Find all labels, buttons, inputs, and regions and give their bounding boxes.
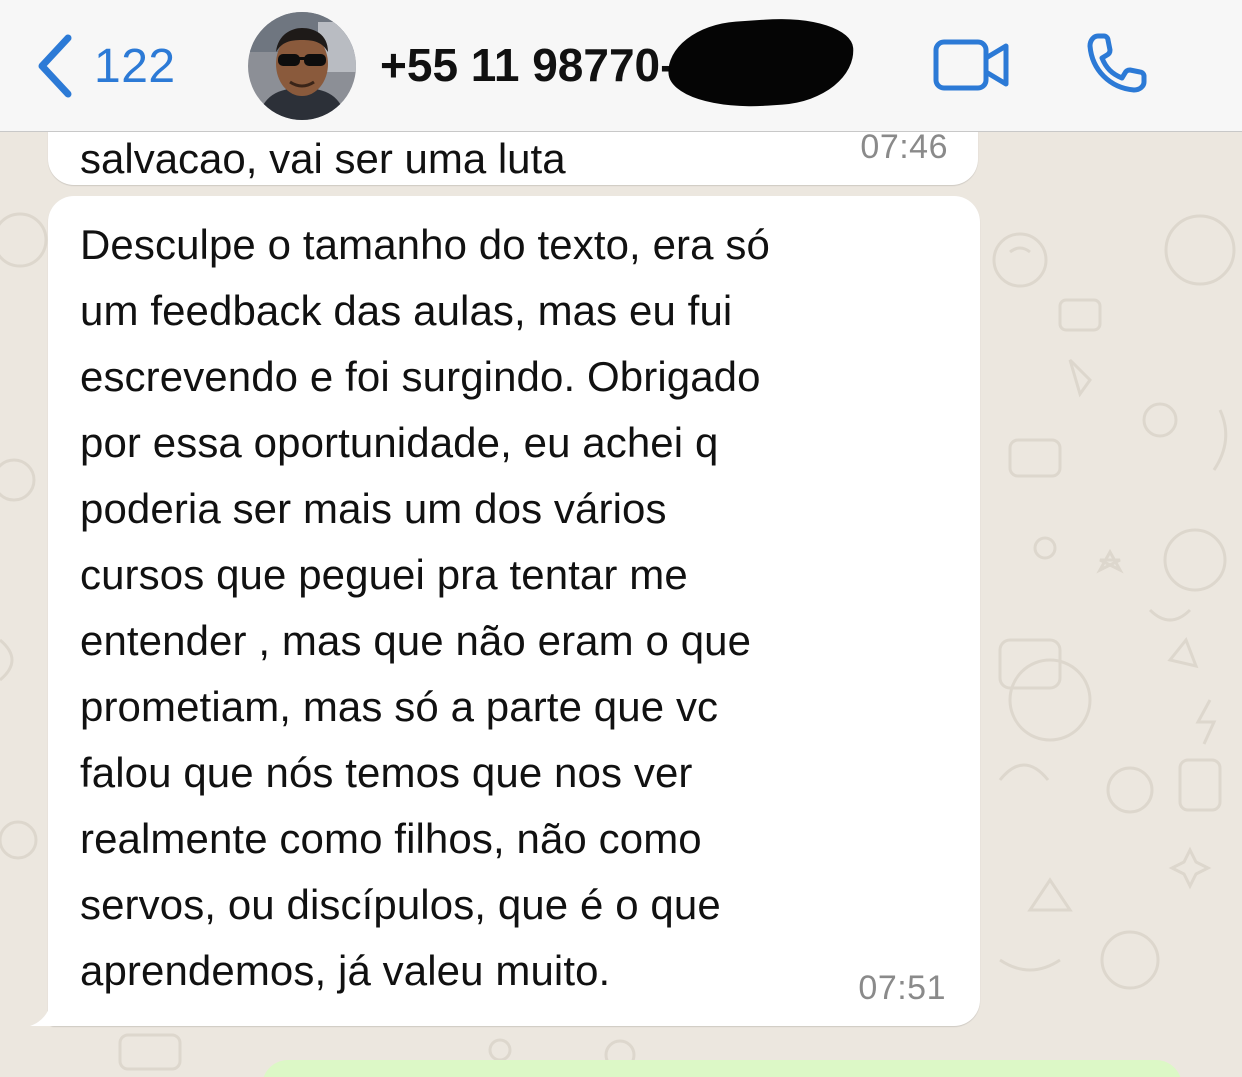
message-line: por essa oportunidade, eu achei q — [80, 419, 719, 466]
bubble-tail — [30, 998, 58, 1026]
outgoing-message-bubble[interactable] — [262, 1060, 1182, 1077]
message-text: Desculpe o tamanho do texto, era só um f… — [80, 212, 940, 1004]
redaction-scribble — [665, 13, 857, 113]
message-line: servos, ou discípulos, que é o que — [80, 881, 721, 928]
message-bubble[interactable]: Desculpe o tamanho do texto, era só um f… — [30, 196, 980, 1026]
phone-icon[interactable] — [1084, 30, 1150, 96]
video-camera-icon[interactable] — [932, 36, 1012, 94]
message-line: escrevendo e foi surgindo. Obrigado — [80, 353, 761, 400]
message-line: realmente como filhos, não como — [80, 815, 702, 862]
message-line: Desculpe o tamanho do texto, era só — [80, 221, 770, 268]
message-line: poderia ser mais um dos vários — [80, 485, 667, 532]
back-button[interactable]: 122 — [36, 34, 176, 98]
chat-header: 122 +55 11 98770-9004 — [0, 0, 1242, 132]
message-line: aprendemos, já valeu muito. — [80, 947, 611, 994]
message-line: um feedback das aulas, mas eu fui — [80, 287, 733, 334]
message-line: prometiam, mas só a parte que vc — [80, 683, 719, 730]
avatar[interactable] — [248, 12, 356, 120]
chevron-left-icon — [38, 34, 72, 98]
message-line: entender , mas que não eram o que — [80, 617, 752, 664]
message-text-partial: salvacao, vai ser uma luta — [80, 135, 566, 182]
message-line: falou que nós temos que nos ver — [80, 749, 693, 796]
message-timestamp: 07:51 — [858, 969, 946, 1007]
message-timestamp: 07:46 — [860, 128, 948, 166]
unread-count: 122 — [94, 39, 176, 93]
message-line: cursos que peguei pra tentar me — [80, 551, 688, 598]
